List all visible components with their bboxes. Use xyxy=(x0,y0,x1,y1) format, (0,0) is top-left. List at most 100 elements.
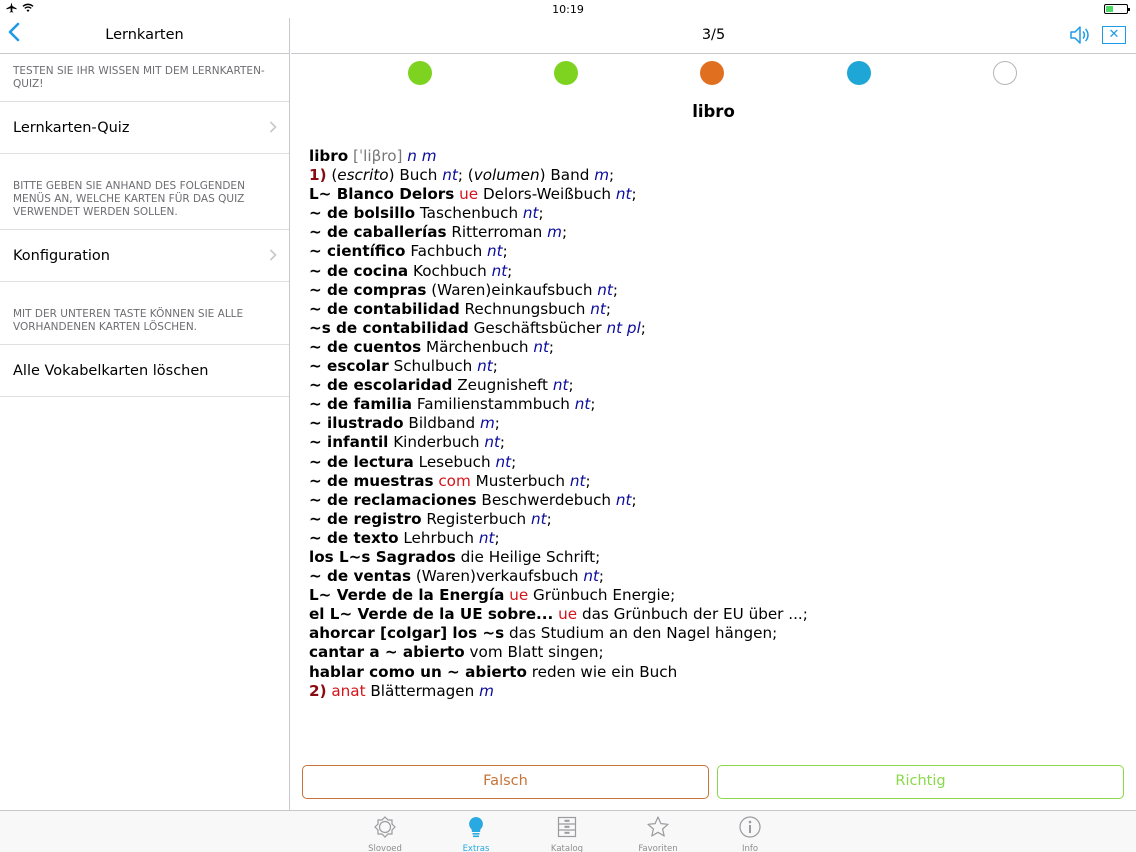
translation: Band xyxy=(550,166,590,185)
phrase-spanish: L~ Verde de la Energía xyxy=(309,586,505,605)
phrase-spanish: ~ de lectura xyxy=(309,452,414,471)
phrase-german: Musterbuch xyxy=(475,471,566,490)
entry-phrase-line: ~ de texto Lehrbuch nt; xyxy=(309,528,500,547)
phrase-spanish: los L~s Sagrados xyxy=(309,547,456,566)
status-time: 10:19 xyxy=(552,3,584,16)
info-icon xyxy=(739,816,761,838)
card-counter: 3/5 xyxy=(701,27,726,43)
status-bar: 10:19 xyxy=(0,0,1136,18)
phrase-spanish: ~ científico xyxy=(309,242,406,261)
entry-phrase-line: ahorcar [colgar] los ~s das Studium an d… xyxy=(309,624,778,643)
phrase-spanish: ~ de texto xyxy=(309,528,399,547)
progress-dot xyxy=(554,61,578,85)
phrase-german: Registerbuch xyxy=(426,509,527,528)
speaker-icon[interactable] xyxy=(1068,24,1090,46)
tab-extras[interactable]: Extras xyxy=(446,815,506,852)
row-label: Alle Vokabelkarten löschen xyxy=(13,362,209,379)
slovoed-icon xyxy=(374,816,396,838)
sidebar: Lernkarten TESTEN SIE IHR WISSEN MIT DEM… xyxy=(0,18,290,810)
gender: nt xyxy=(491,261,508,280)
phrase-german: Kinderbuch xyxy=(393,433,480,452)
sense-number: 1) xyxy=(309,166,327,185)
delete-all-cards-row[interactable]: Alle Vokabelkarten löschen xyxy=(0,344,289,397)
sidebar-navbar: Lernkarten xyxy=(0,18,289,54)
entry-phrase-line: ~ de compras (Waren)einkaufsbuch nt; xyxy=(309,280,618,299)
tab-label: Info xyxy=(741,844,759,852)
gender: nt xyxy=(615,185,632,204)
gender: nt xyxy=(574,395,591,414)
entry-phrase-line: cantar a ~ abierto vom Blatt singen; xyxy=(309,643,604,662)
phrase-spanish: ~ de reclamaciones xyxy=(309,490,477,509)
entry-phrase-line: ~ de lectura Lesebuch nt; xyxy=(309,452,517,471)
entry-phrase-line: L~ Blanco Delors ue Delors-Weißbuch nt; xyxy=(309,185,637,204)
sense-1: 1) (escrito) Buch nt; (volumen) Band m; xyxy=(309,166,615,185)
tab-slovoed[interactable]: Slovoed xyxy=(355,815,415,852)
section-note-delete: MIT DER UNTEREN TASTE KÖNNEN SIE ALLE VO… xyxy=(13,308,244,333)
gender: nt xyxy=(552,376,569,395)
gender: nt xyxy=(590,299,606,318)
dictionary-entry: libro [ˈliβro] n m 1) (escrito) Buch nt;… xyxy=(309,147,1129,701)
gender: nt xyxy=(597,280,613,299)
sense-2: 2) anat Blättermagen m xyxy=(309,682,1129,701)
phrase-german: Beschwerdebuch xyxy=(481,490,612,509)
section-note-quiz: TESTEN SIE IHR WISSEN MIT DEM LERNKARTEN… xyxy=(13,65,265,90)
phrase-spanish: ~ infantil xyxy=(309,433,389,452)
phrase-spanish: ~ ilustrado xyxy=(309,414,404,433)
entry-phrase-line: ~ de cuentos Märchenbuch nt; xyxy=(309,337,555,356)
phrase-german: Grünbuch Energie xyxy=(533,586,671,605)
tab-label: Favoriten xyxy=(638,844,678,852)
entry-phrase-line: hablar como un ~ abierto reden wie ein B… xyxy=(309,663,1129,682)
pronunciation: [ˈliβro] xyxy=(353,147,403,165)
phrase-spanish: ~ de familia xyxy=(309,395,413,414)
phrase-german: Lesebuch xyxy=(418,452,491,471)
tab-info[interactable]: Info xyxy=(720,815,780,852)
phrase-spanish: ~ de bolsillo xyxy=(309,204,416,223)
phrase-german: Zeugnisheft xyxy=(457,376,549,395)
tab-favoriten[interactable]: Favoriten xyxy=(628,815,688,852)
entry-phrase-line: ~ científico Fachbuch nt; xyxy=(309,242,508,261)
gender: nt xyxy=(495,452,512,471)
konfiguration-row[interactable]: Konfiguration xyxy=(0,229,289,282)
entry-phrase-line: ~ de muestras com Musterbuch nt; xyxy=(309,471,591,490)
tab-katalog[interactable]: Katalog xyxy=(537,815,597,852)
phrase-spanish: ~ de muestras xyxy=(309,471,434,490)
phrase-german: Bildband xyxy=(408,414,476,433)
headword: libro xyxy=(309,147,349,165)
chevron-right-icon xyxy=(269,119,277,137)
sidebar-title: Lernkarten xyxy=(105,27,184,43)
phrase-german: Schulbuch xyxy=(393,357,473,376)
gender: m xyxy=(479,414,495,433)
gender: nt xyxy=(522,204,539,223)
gender: nt xyxy=(569,471,586,490)
lightbulb-icon xyxy=(469,817,483,838)
field-label: ue xyxy=(558,605,578,624)
flashcard-pane: 3/5 ✕ libro libro [ˈliβro] n m 1) (escri… xyxy=(291,18,1136,810)
phrase-spanish: ~ de cuentos xyxy=(309,337,422,356)
phrase-german: Fachbuch xyxy=(410,242,483,261)
entry-phrase-line: ~ ilustrado Bildband m; xyxy=(309,414,500,433)
phrase-german: reden wie ein Buch xyxy=(531,662,678,681)
tab-bar: Slovoed Extras Katalog Favoriten Info xyxy=(0,810,1136,852)
entry-phrase-line: ~ de ventas (Waren)verkaufsbuch nt; xyxy=(309,567,605,586)
entry-phrases: L~ Blanco Delors ue Delors-Weißbuch nt; ~… xyxy=(309,185,1129,681)
gender: nt xyxy=(533,337,549,356)
tab-label: Katalog xyxy=(550,844,584,852)
gender: nt xyxy=(484,433,500,452)
entry-phrase-line: ~ de cocina Kochbuch nt; xyxy=(309,261,513,280)
correct-button[interactable]: Richtig xyxy=(717,765,1124,799)
lernkarten-quiz-row[interactable]: Lernkarten-Quiz xyxy=(0,101,289,154)
phrase-spanish: ~s de contabilidad xyxy=(309,318,469,337)
entry-phrase-line: ~ de familia Familienstammbuch nt; xyxy=(309,395,596,414)
translation: Buch xyxy=(399,166,438,185)
phrase-german: das Grünbuch der EU über ... xyxy=(581,605,803,624)
phrase-spanish: ahorcar [colgar] los ~s xyxy=(309,624,505,643)
progress-dots xyxy=(291,61,1136,85)
wrong-button[interactable]: Falsch xyxy=(302,765,709,799)
phrase-german: Kochbuch xyxy=(413,261,487,280)
gender: nt xyxy=(583,567,599,586)
phrase-german: Familienstammbuch xyxy=(416,395,570,414)
field-label: com xyxy=(438,471,471,490)
phrase-spanish: hablar como un ~ abierto xyxy=(309,662,527,681)
close-card-icon[interactable]: ✕ xyxy=(1102,26,1126,44)
phrase-spanish: ~ de caballerías xyxy=(309,223,447,242)
